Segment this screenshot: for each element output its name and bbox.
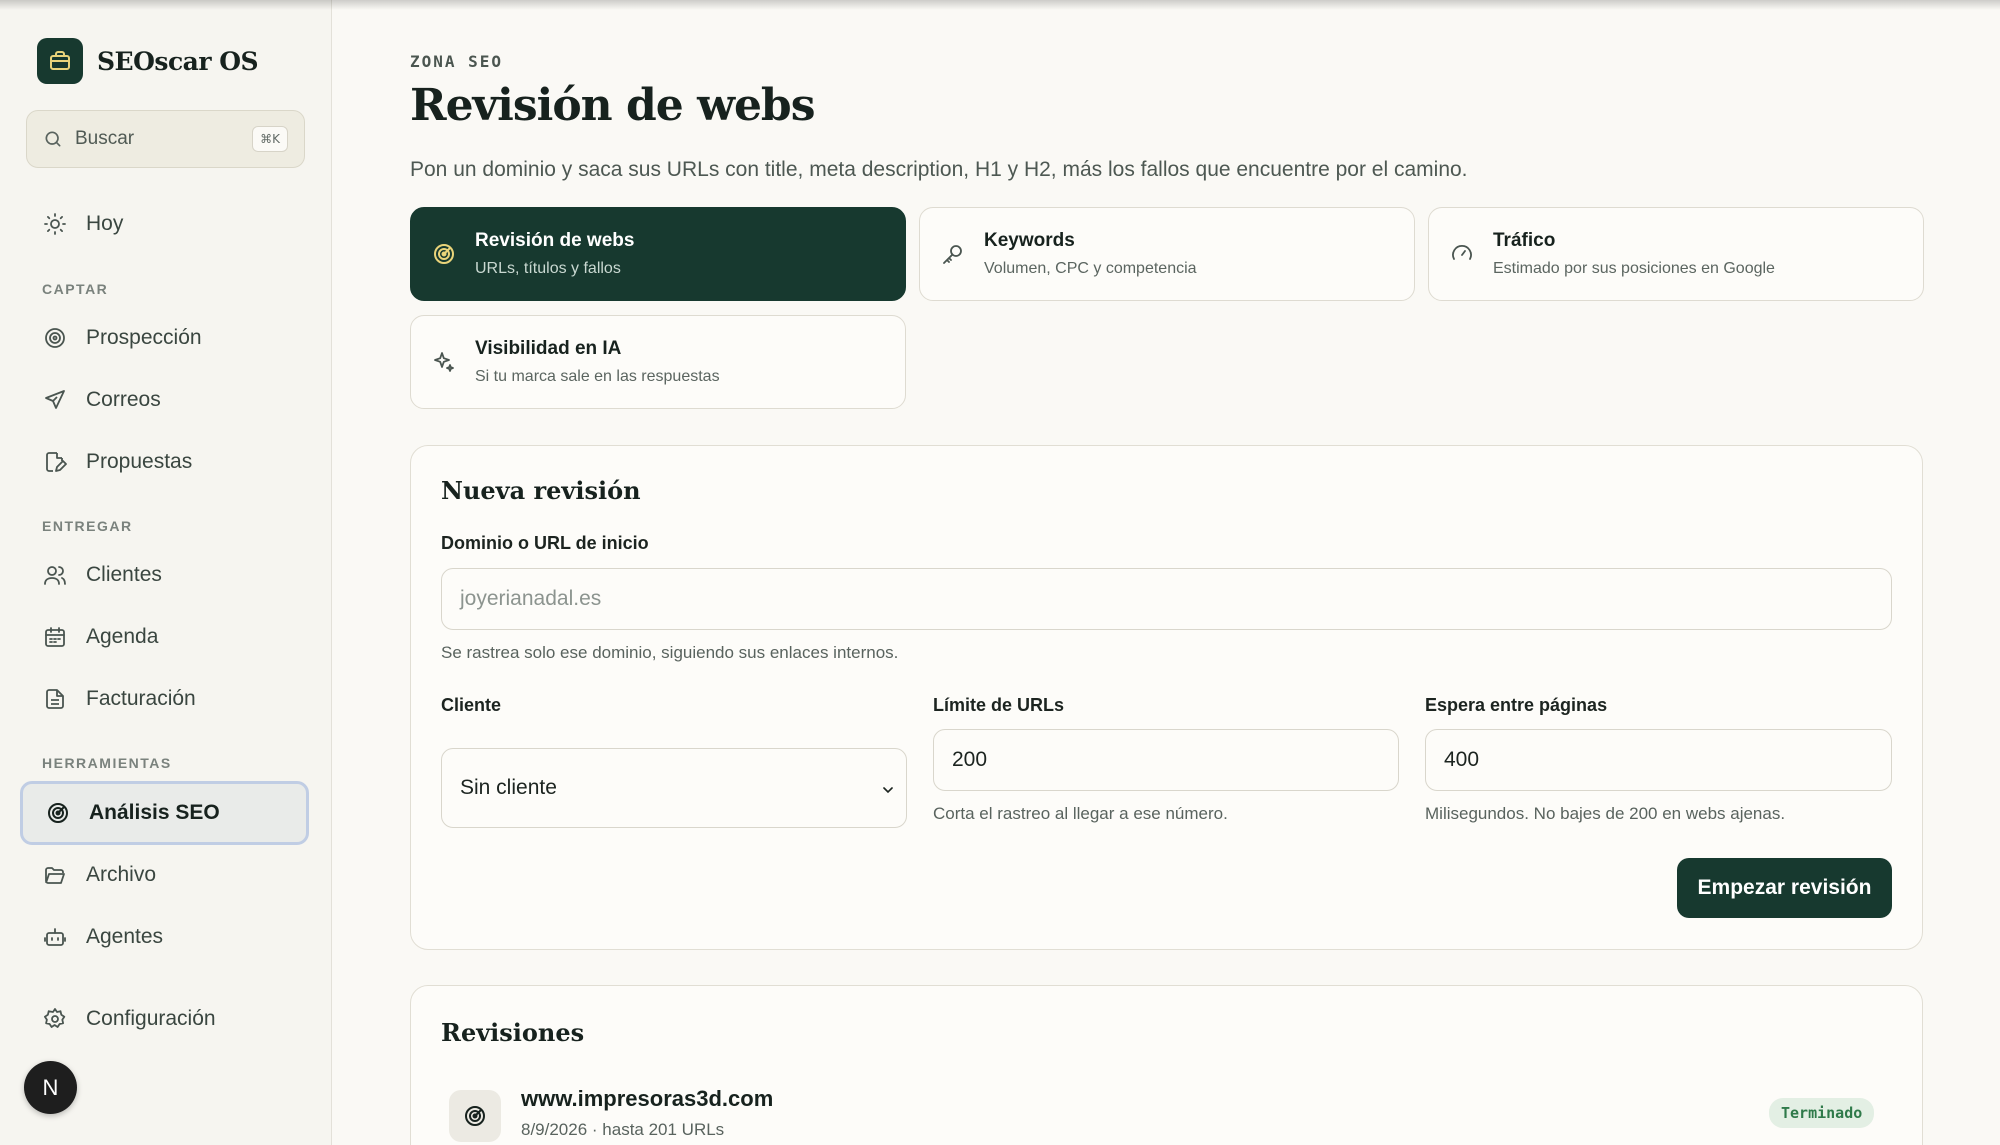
start-revision-button[interactable]: Empezar revisión: [1677, 858, 1892, 918]
sidebar-item-label: Clientes: [86, 563, 162, 586]
chevron-down-icon: [880, 780, 896, 804]
sidebar-item-configuracion[interactable]: Configuración: [26, 991, 305, 1047]
tool-title: Revisión de webs: [475, 230, 635, 251]
briefcase-icon: [37, 38, 83, 84]
file-edit-icon: [42, 449, 68, 475]
sidebar-item-correos[interactable]: Correos: [26, 372, 305, 428]
sidebar-item-label: Propuestas: [86, 450, 193, 473]
panel-title: Nueva revisión: [441, 476, 641, 505]
new-revision-panel: Nueva revisión Dominio o URL de inicio j…: [410, 445, 1923, 950]
sidebar-item-hoy[interactable]: Hoy: [26, 196, 305, 252]
page-description: Pon un dominio y saca sus URLs con title…: [410, 158, 1468, 181]
sidebar-item-label: Agenda: [86, 625, 159, 648]
section-eyebrow: ZONA SEO: [410, 52, 504, 71]
section-label-captar: CAPTAR: [42, 281, 109, 297]
wait-help: Milisegundos. No bajes de 200 en webs aj…: [1425, 804, 1786, 823]
sidebar-item-label: Facturación: [86, 687, 196, 710]
sidebar-item-clientes[interactable]: Clientes: [26, 547, 305, 603]
sparkle-icon: [431, 349, 457, 375]
sidebar: SEOscar OS Buscar ⌘K Hoy CAPTAR Prospecc…: [0, 0, 332, 1145]
sun-icon: [42, 211, 68, 237]
sidebar-item-prospeccion[interactable]: Prospección: [26, 310, 305, 366]
status-badge: Terminado: [1769, 1098, 1875, 1128]
window-top-shadow: [0, 0, 2000, 10]
wait-input[interactable]: 400: [1425, 729, 1892, 791]
app-name: SEOscar OS: [97, 46, 259, 76]
search-shortcut: ⌘K: [252, 126, 288, 152]
file-text-icon: [42, 686, 68, 712]
gear-icon: [42, 1006, 68, 1032]
sidebar-item-agentes[interactable]: Agentes: [26, 909, 305, 965]
domain-help: Se rastrea solo ese dominio, siguiendo s…: [441, 643, 899, 662]
revision-meta: 8/9/2026 · hasta 201 URLs: [521, 1120, 725, 1139]
tool-title: Visibilidad en IA: [475, 338, 622, 359]
sidebar-item-analisis-seo[interactable]: Análisis SEO: [20, 781, 309, 845]
tool-subtitle: Volumen, CPC y competencia: [984, 260, 1197, 277]
tool-card-visibilidad-ia[interactable]: Visibilidad en IA Si tu marca sale en la…: [410, 315, 906, 409]
client-select-value: Sin cliente: [460, 776, 557, 799]
tool-title: Keywords: [984, 230, 1075, 251]
sidebar-item-label: Configuración: [86, 1007, 216, 1030]
tool-subtitle: Estimado por sus posiciones en Google: [1493, 260, 1775, 277]
domain-label: Dominio o URL de inicio: [441, 533, 649, 553]
sidebar-item-label: Archivo: [86, 863, 157, 886]
client-select[interactable]: Sin cliente: [441, 748, 907, 828]
client-label: Cliente: [441, 695, 502, 715]
gauge-icon: [1449, 241, 1475, 267]
brand[interactable]: SEOscar OS: [37, 38, 259, 84]
section-label-entregar: ENTREGAR: [42, 518, 133, 534]
sidebar-item-label: Hoy: [86, 212, 124, 235]
limit-help: Corta el rastreo al llegar a ese número.: [933, 804, 1228, 823]
radar-icon: [449, 1090, 501, 1142]
sidebar-item-archivo[interactable]: Archivo: [26, 847, 305, 903]
revision-domain: www.impresoras3d.com: [521, 1086, 774, 1111]
revisions-panel: Revisiones www.impresoras3d.com 8/9/2026…: [410, 985, 1923, 1145]
section-label-herramientas: HERRAMIENTAS: [42, 755, 172, 771]
sidebar-item-label: Análisis SEO: [89, 801, 220, 824]
target-icon: [42, 325, 68, 351]
send-icon: [42, 387, 68, 413]
tool-card-revision-webs[interactable]: Revisión de webs URLs, títulos y fallos: [410, 207, 906, 301]
search-input[interactable]: Buscar ⌘K: [26, 110, 305, 168]
sidebar-item-label: Correos: [86, 388, 161, 411]
tool-title: Tráfico: [1493, 230, 1556, 251]
sidebar-item-propuestas[interactable]: Propuestas: [26, 434, 305, 490]
limit-label: Límite de URLs: [933, 695, 1065, 715]
avatar[interactable]: N: [24, 1061, 77, 1114]
domain-input[interactable]: joyerianadal.es: [441, 568, 1892, 630]
calendar-icon: [42, 624, 68, 650]
radar-icon: [45, 800, 71, 826]
sidebar-item-label: Prospección: [86, 326, 202, 349]
tool-card-keywords[interactable]: Keywords Volumen, CPC y competencia: [919, 207, 1415, 301]
users-icon: [42, 562, 68, 588]
search-label: Buscar: [75, 128, 135, 149]
limit-input[interactable]: 200: [933, 729, 1399, 791]
sidebar-item-agenda[interactable]: Agenda: [26, 609, 305, 665]
wait-label: Espera entre páginas: [1425, 695, 1608, 715]
sidebar-item-facturacion[interactable]: Facturación: [26, 671, 305, 727]
bot-icon: [42, 924, 68, 950]
page-title: Revisión de webs: [410, 80, 815, 131]
tool-subtitle: URLs, títulos y fallos: [475, 260, 621, 277]
key-icon: [940, 241, 966, 267]
panel-title: Revisiones: [441, 1018, 585, 1047]
target-icon: [431, 241, 457, 267]
search-icon: [45, 131, 61, 147]
folder-open-icon: [42, 862, 68, 888]
tool-card-trafico[interactable]: Tráfico Estimado por sus posiciones en G…: [1428, 207, 1924, 301]
tool-subtitle: Si tu marca sale en las respuestas: [475, 368, 720, 385]
sidebar-item-label: Agentes: [86, 925, 164, 948]
